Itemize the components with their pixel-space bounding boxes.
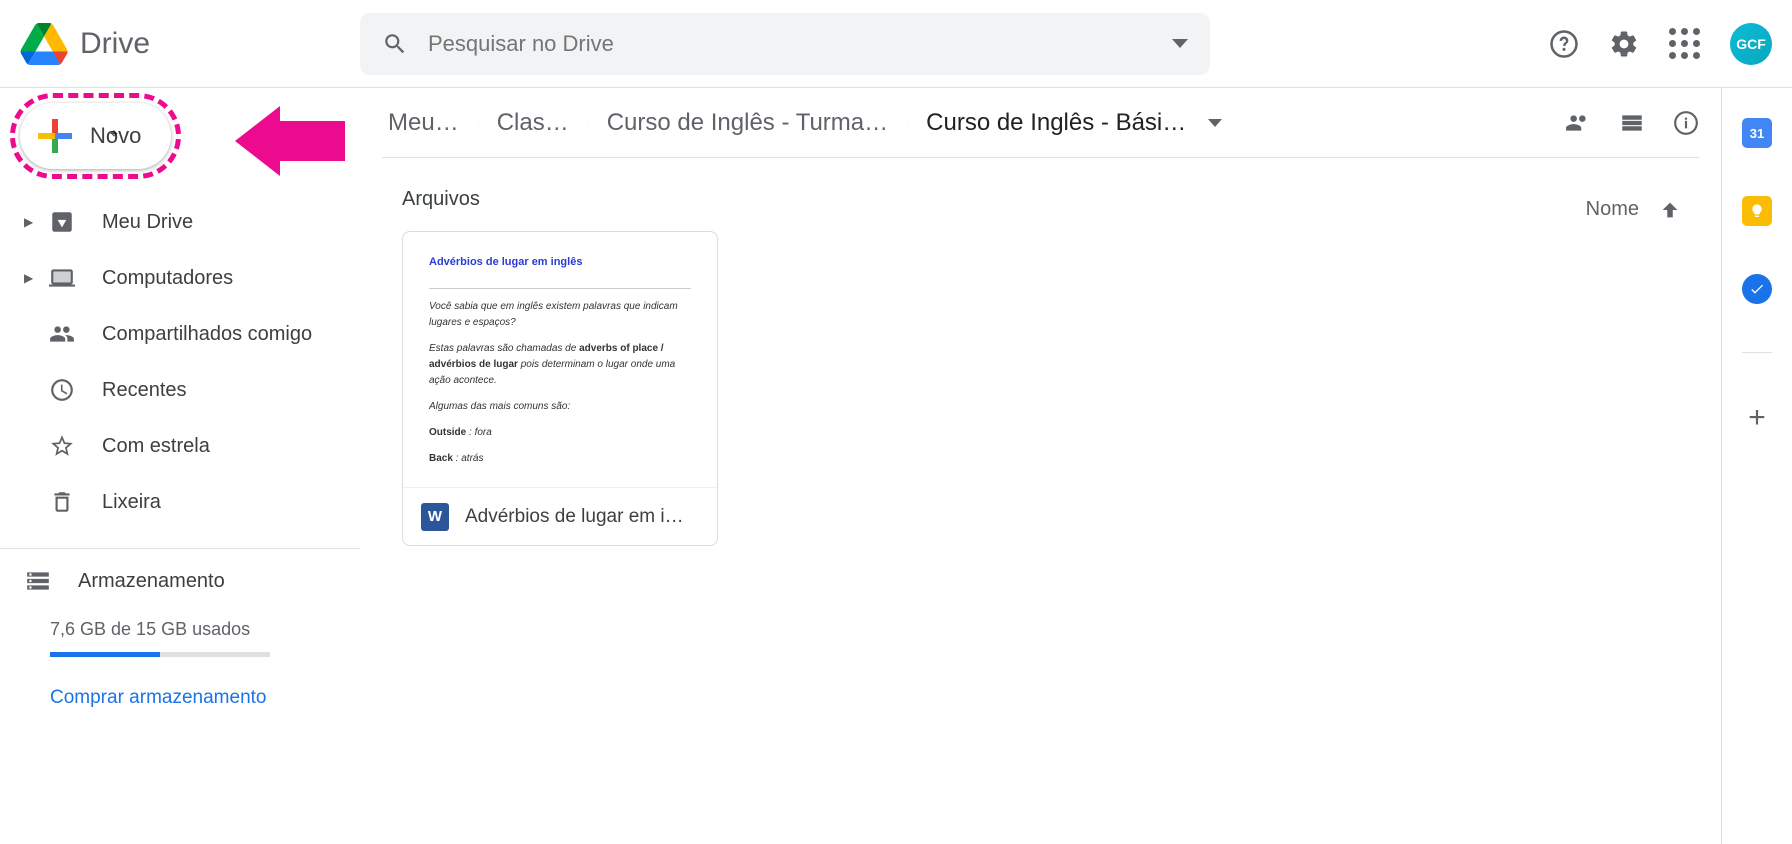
nav-list: ▶ Meu Drive ▶ Computadores ▶ Compartilha… (0, 194, 360, 530)
storage-label-text: Armazenamento (78, 570, 225, 593)
word-doc-icon: W (421, 503, 449, 531)
buy-storage-link[interactable]: Comprar armazenamento (50, 687, 360, 709)
nav-label: Computadores (102, 267, 233, 290)
file-name: Advérbios de lugar em i… (465, 506, 684, 528)
nav-shared[interactable]: ▶ Compartilhados comigo (0, 306, 360, 362)
header: Drive GCF (0, 0, 1792, 88)
breadcrumb: Meu… Clas… Curso de Inglês - Turma… Curs… (382, 88, 1699, 158)
section-title: Arquivos (402, 188, 1699, 211)
main-content: Meu… Clas… Curso de Inglês - Turma… Curs… (360, 88, 1722, 844)
calendar-icon[interactable]: 31 (1742, 118, 1772, 148)
storage-icon (24, 567, 52, 595)
nav-computers[interactable]: ▶ Computadores (0, 250, 360, 306)
new-button[interactable]: ⌖ Novo (20, 103, 171, 169)
sort-arrow-up-icon (1659, 199, 1681, 221)
breadcrumb-dropdown-caret-icon[interactable] (1208, 119, 1222, 127)
view-list-icon[interactable] (1619, 110, 1645, 136)
chevron-right-icon (581, 114, 595, 132)
sort-control[interactable]: Nome (1586, 198, 1681, 221)
storage-section: Armazenamento 7,6 GB de 15 GB usados Com… (0, 567, 360, 709)
account-avatar[interactable]: GCF (1730, 23, 1772, 65)
apps-grid-icon[interactable] (1669, 28, 1700, 59)
side-panel: 31 + (1722, 88, 1792, 844)
nav-label: Lixeira (102, 491, 161, 514)
expand-caret-icon[interactable]: ▶ (24, 215, 36, 229)
chevron-right-icon (471, 114, 485, 132)
add-on-plus-icon[interactable]: + (1748, 401, 1766, 435)
tasks-icon[interactable] (1742, 274, 1772, 304)
breadcrumb-item[interactable]: Clas… (491, 105, 575, 141)
nav-label: Com estrela (102, 435, 210, 458)
storage-bar-fill (50, 652, 160, 657)
nav-label: Recentes (102, 379, 187, 402)
help-icon[interactable] (1549, 29, 1579, 59)
drive-logo-icon (20, 23, 68, 65)
storage-heading[interactable]: Armazenamento (24, 567, 360, 595)
sidebar-divider (0, 548, 360, 549)
preview-line: Estas palavras são chamadas de adverbs o… (429, 341, 691, 389)
info-icon[interactable] (1673, 110, 1699, 136)
file-footer: W Advérbios de lugar em i… (403, 487, 717, 545)
recent-clock-icon (48, 376, 76, 404)
search-options-caret-icon[interactable] (1172, 39, 1188, 48)
preview-doc-title: Advérbios de lugar em inglês (429, 254, 691, 278)
search-bar[interactable] (360, 13, 1210, 75)
nav-recent[interactable]: ▶ Recentes (0, 362, 360, 418)
star-icon (48, 432, 76, 460)
preview-line: Outside : fora (429, 425, 691, 441)
nav-label: Compartilhados comigo (102, 323, 312, 346)
expand-caret-icon[interactable]: ▶ (24, 271, 36, 285)
nav-label: Meu Drive (102, 211, 193, 234)
keep-icon[interactable] (1742, 196, 1772, 226)
nav-my-drive[interactable]: ▶ Meu Drive (0, 194, 360, 250)
body: ⌖ Novo ▶ Meu Drive ▶ Computadores ▶ Comp… (0, 88, 1792, 844)
preview-line: Algumas das mais comuns são: (429, 399, 691, 415)
preview-line: Você sabia que em inglês existem palavra… (429, 299, 691, 331)
storage-bar (50, 652, 270, 657)
toolbar-actions (1565, 110, 1699, 136)
plus-icon (38, 119, 72, 153)
drive-icon (48, 208, 76, 236)
search-icon (382, 31, 408, 57)
settings-gear-icon[interactable] (1609, 29, 1639, 59)
breadcrumb-item[interactable]: Curso de Inglês - Turma… (601, 105, 894, 141)
sidepanel-divider (1742, 352, 1772, 353)
chevron-right-icon (900, 114, 914, 132)
header-actions: GCF (1549, 23, 1772, 65)
breadcrumb-item-current[interactable]: Curso de Inglês - Bási… (920, 105, 1192, 141)
file-card[interactable]: Advérbios de lugar em inglês Você sabia … (402, 231, 718, 546)
computers-icon (48, 264, 76, 292)
preview-line: Back : atrás (429, 451, 691, 467)
app-name: Drive (80, 27, 150, 61)
breadcrumb-item[interactable]: Meu… (382, 105, 465, 141)
file-preview: Advérbios de lugar em inglês Você sabia … (403, 232, 717, 487)
shared-icon (48, 320, 76, 348)
sidebar: ⌖ Novo ▶ Meu Drive ▶ Computadores ▶ Comp… (0, 88, 360, 844)
annotation-arrow (235, 106, 345, 176)
storage-used-text: 7,6 GB de 15 GB usados (50, 619, 360, 640)
share-people-icon[interactable] (1565, 110, 1591, 136)
logo-area[interactable]: Drive (20, 23, 360, 65)
nav-starred[interactable]: ▶ Com estrela (0, 418, 360, 474)
search-input[interactable] (428, 31, 1172, 57)
annotation-cursor-icon: ⌖ (110, 125, 118, 142)
trash-icon (48, 488, 76, 516)
sort-label: Nome (1586, 198, 1639, 221)
nav-trash[interactable]: ▶ Lixeira (0, 474, 360, 530)
